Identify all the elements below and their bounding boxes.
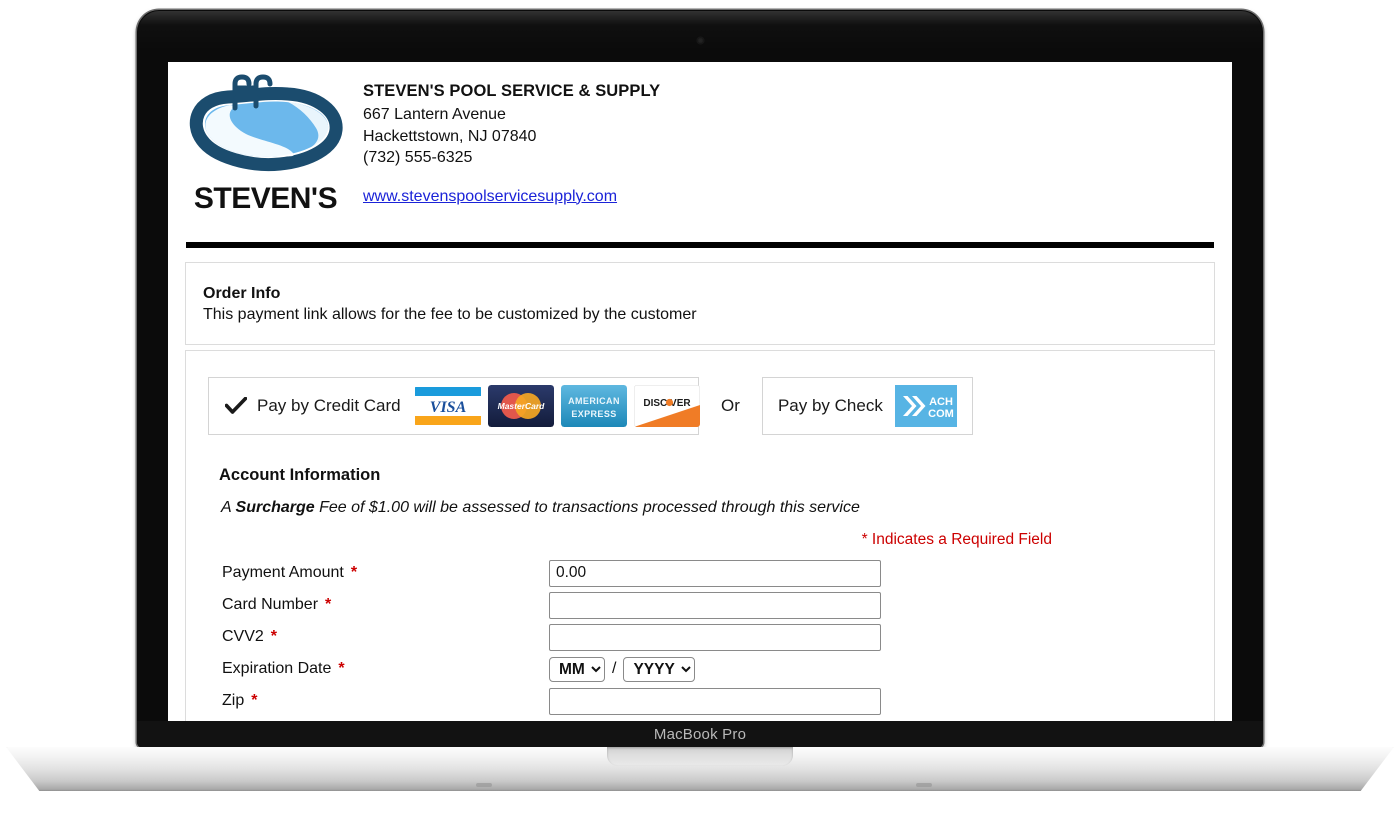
expiration-date-controls: MM / YYYY (549, 656, 696, 682)
laptop-base-foot-left (476, 783, 492, 787)
laptop-base-notch (607, 747, 793, 766)
svg-text:EXPRESS: EXPRESS (571, 409, 616, 419)
payment-amount-input[interactable] (549, 559, 881, 587)
form-row-payment-amount: Payment Amount * (222, 557, 1182, 589)
cvv2-label: CVV2 * (222, 628, 549, 646)
page-header: STEVEN'S STEVEN'S POOL SERVICE & SUPPLY … (168, 62, 1232, 240)
payment-panel: Pay by Credit Card VISA MasterCard AMERI… (185, 350, 1215, 721)
cvv2-input[interactable] (549, 623, 881, 651)
company-website-link[interactable]: www.stevenspoolservicesupply.com (363, 188, 617, 206)
ach-com-icon: ACH COM (894, 385, 957, 427)
cvv2-label-text: CVV2 (222, 628, 264, 645)
required-field-note: * Indicates a Required Field (861, 531, 1052, 548)
pay-by-check-option[interactable]: Pay by Check ACH COM (761, 377, 973, 435)
form-row-zip: Zip * (222, 685, 1182, 717)
pay-by-credit-card-option[interactable]: Pay by Credit Card VISA MasterCard AMERI… (208, 377, 700, 435)
macbook-pro-label: MacBook Pro (653, 726, 747, 743)
expiration-month-select[interactable]: MM (549, 656, 605, 682)
payment-amount-label-text: Payment Amount (222, 564, 344, 581)
form-row-cvv2: CVV2 * (222, 621, 1182, 653)
cvv2-required-asterisk: * (270, 628, 278, 645)
payment-form: Payment Amount * Card Number * CVV2 * (222, 557, 1182, 717)
surcharge-prefix: A (221, 499, 236, 516)
american-express-card-icon: AMERICAN EXPRESS (560, 385, 627, 427)
webcam-icon (696, 37, 704, 44)
expiration-separator: / (612, 660, 617, 677)
payment-method-selector: Pay by Credit Card VISA MasterCard AMERI… (208, 377, 973, 435)
pay-by-credit-card-label: Pay by Credit Card (257, 396, 401, 415)
zip-label: Zip * (222, 692, 549, 710)
company-logo: STEVEN'S (188, 72, 343, 232)
card-number-label-text: Card Number (222, 596, 319, 613)
card-number-label: Card Number * (222, 596, 549, 614)
surcharge-suffix: Fee of $1.00 will be assessed to transac… (314, 499, 860, 516)
order-info-panel: Order Info This payment link allows for … (185, 262, 1215, 345)
payment-page: STEVEN'S STEVEN'S POOL SERVICE & SUPPLY … (168, 62, 1232, 721)
laptop-chin: MacBook Pro (137, 721, 1263, 748)
expiration-date-label-text: Expiration Date (222, 660, 332, 677)
company-phone: (732) 555-6325 (363, 149, 473, 166)
company-address-line-2: Hackettstown, NJ 07840 (363, 127, 537, 145)
expiration-date-label: Expiration Date * (222, 660, 549, 678)
visa-card-icon: VISA (414, 385, 481, 427)
company-name: STEVEN'S POOL SERVICE & SUPPLY (363, 82, 661, 100)
zip-label-text: Zip (222, 692, 245, 709)
payment-amount-label: Payment Amount * (222, 564, 549, 582)
header-divider (186, 242, 1214, 248)
order-info-title: Order Info (203, 285, 281, 302)
zip-input[interactable] (549, 687, 881, 715)
order-info-description: This payment link allows for the fee to … (203, 306, 697, 323)
svg-text:AMERICAN: AMERICAN (568, 396, 620, 406)
pay-by-check-label: Pay by Check (777, 396, 883, 415)
accepted-card-logos: VISA MasterCard AMERICAN EXPRESS DISC VE… (414, 385, 700, 427)
laptop-screen: STEVEN'S STEVEN'S POOL SERVICE & SUPPLY … (168, 62, 1232, 721)
mastercard-card-icon: MasterCard (487, 385, 554, 427)
svg-text:ACH: ACH (929, 396, 953, 408)
svg-text:VISA: VISA (429, 399, 466, 416)
or-separator-label: Or (721, 396, 740, 415)
surcharge-notice: A Surcharge Fee of $1.00 will be assesse… (221, 499, 860, 517)
surcharge-keyword: Surcharge (235, 499, 315, 516)
payment-amount-required-asterisk: * (350, 564, 358, 581)
expiration-year-select[interactable]: YYYY (623, 656, 696, 682)
svg-text:COM: COM (928, 408, 954, 420)
checkmark-icon (225, 397, 247, 414)
expiration-date-required-asterisk: * (338, 660, 345, 677)
card-number-required-asterisk: * (325, 596, 332, 613)
form-row-expiration-date: Expiration Date * MM / YYYY (222, 653, 1182, 685)
logo-wordmark: STEVEN'S (193, 182, 338, 215)
form-row-card-number: Card Number * (222, 589, 1182, 621)
macbook-frame: STEVEN'S STEVEN'S POOL SERVICE & SUPPLY … (0, 0, 1400, 824)
discover-card-icon: DISC VER (633, 385, 700, 427)
laptop-base-foot-right (916, 783, 932, 787)
company-address-line-1: 667 Lantern Avenue (363, 106, 506, 123)
pool-logo-icon (189, 74, 343, 172)
account-information-title: Account Information (219, 466, 381, 484)
company-details: STEVEN'S POOL SERVICE & SUPPLY 667 Lante… (363, 82, 660, 206)
zip-required-asterisk: * (251, 692, 258, 709)
card-number-input[interactable] (549, 591, 881, 619)
svg-text:MasterCard: MasterCard (497, 401, 545, 411)
